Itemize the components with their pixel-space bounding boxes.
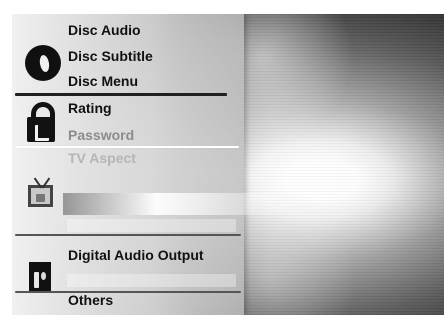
setup-menu-panel: Disc Audio Disc Subtitle Disc Menu Ratin… bbox=[12, 14, 295, 315]
tv-screen-icon bbox=[36, 194, 45, 202]
disc-settings-group: Disc Audio Disc Subtitle Disc Menu bbox=[12, 14, 244, 96]
menu-item-disc-menu[interactable]: Disc Menu bbox=[68, 73, 138, 90]
disc-icon bbox=[25, 45, 61, 81]
digital-audio-settings-group: Digital Audio Output bbox=[12, 235, 244, 293]
highlighted-empty-row bbox=[63, 193, 295, 215]
menu-item-password[interactable]: Password bbox=[68, 127, 134, 144]
empty-row bbox=[67, 219, 236, 232]
empty-row bbox=[67, 274, 236, 287]
menu-item-disc-audio[interactable]: Disc Audio bbox=[68, 22, 141, 39]
tv-settings-group: TV Aspect bbox=[12, 149, 295, 236]
menu-separator bbox=[15, 234, 241, 236]
dvd-setup-screen: Disc Audio Disc Subtitle Disc Menu Ratin… bbox=[12, 14, 444, 315]
menu-separator bbox=[15, 291, 241, 293]
menu-item-tv-aspect[interactable]: TV Aspect bbox=[68, 150, 136, 167]
menu-item-others[interactable]: Others bbox=[68, 292, 113, 309]
lock-settings-group: Rating Password bbox=[12, 96, 244, 148]
digital-audio-icon bbox=[29, 262, 51, 293]
menu-item-disc-subtitle[interactable]: Disc Subtitle bbox=[68, 48, 153, 65]
lock-icon bbox=[27, 102, 55, 142]
tv-icon bbox=[28, 185, 53, 207]
menu-separator bbox=[15, 146, 239, 148]
menu-item-rating[interactable]: Rating bbox=[68, 100, 112, 117]
others-settings-group: Others bbox=[12, 290, 244, 315]
menu-separator bbox=[15, 93, 227, 96]
menu-item-digital-audio-output[interactable]: Digital Audio Output bbox=[68, 247, 204, 264]
